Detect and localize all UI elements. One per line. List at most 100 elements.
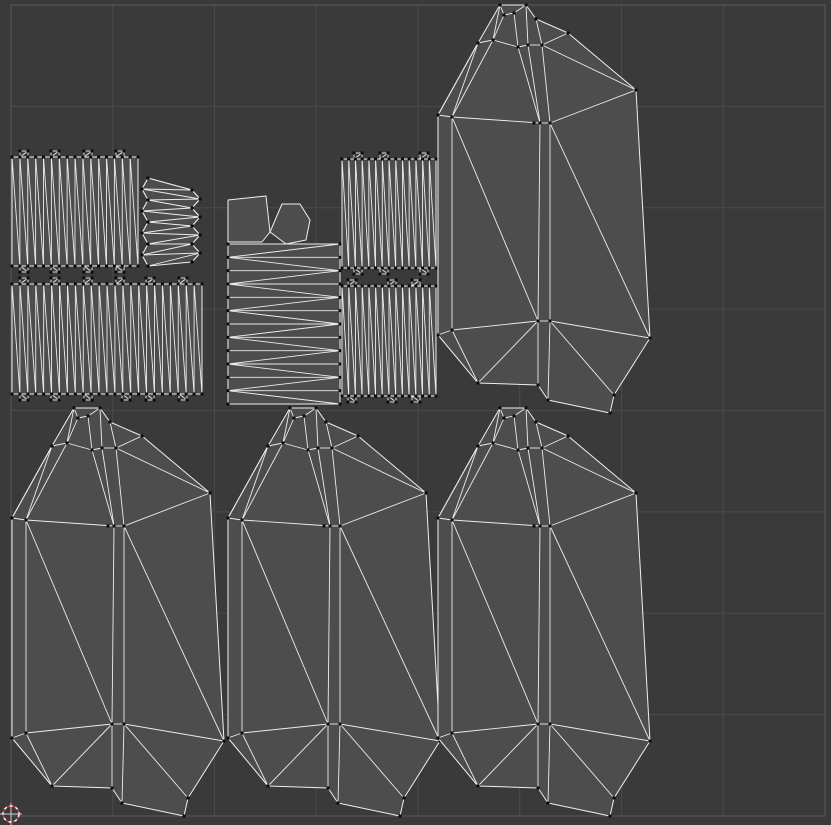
uv-vertex bbox=[129, 282, 133, 286]
uv-vertex bbox=[436, 113, 440, 117]
blade-bottom-right[interactable] bbox=[436, 406, 652, 818]
uv-vertex bbox=[634, 491, 638, 495]
uv-vertex bbox=[128, 264, 132, 268]
uv-vertex bbox=[73, 264, 77, 268]
uv-vertex bbox=[418, 151, 422, 155]
uv-vertex bbox=[65, 264, 69, 268]
uv-vertex bbox=[532, 121, 536, 125]
blade-top-right[interactable] bbox=[436, 3, 652, 415]
uv-vertex bbox=[353, 284, 357, 288]
uv-vertex bbox=[400, 266, 404, 270]
uv-editor-canvas[interactable] bbox=[0, 0, 831, 825]
uv-vertex bbox=[394, 284, 398, 288]
uv-vertex bbox=[114, 276, 118, 280]
uv-vertex bbox=[340, 157, 344, 161]
uv-vertex bbox=[421, 394, 425, 398]
uv-vertex bbox=[58, 282, 61, 286]
grip-strip-upper-left[interactable] bbox=[10, 149, 140, 274]
uv-vertex bbox=[34, 392, 38, 396]
uv-vertex bbox=[226, 295, 230, 299]
uv-vertex bbox=[90, 448, 94, 452]
uv-vertex bbox=[226, 255, 230, 259]
uv-vertex bbox=[184, 282, 188, 286]
uv-vertex bbox=[65, 392, 69, 396]
uv-layout[interactable] bbox=[0, 0, 831, 825]
uv-vertex bbox=[394, 394, 398, 398]
uv-vertex bbox=[50, 392, 54, 396]
grip-fan-small[interactable] bbox=[140, 176, 202, 268]
uv-vertex bbox=[18, 264, 22, 268]
grip-strip-upper-mid[interactable] bbox=[340, 151, 438, 276]
uv-vertex bbox=[122, 276, 126, 280]
uv-vertex bbox=[400, 157, 404, 161]
uv-vertex bbox=[534, 17, 538, 21]
uv-vertex bbox=[400, 284, 404, 288]
uv-vertex bbox=[146, 220, 150, 224]
uv-vertex bbox=[538, 524, 542, 528]
uv-vertex bbox=[190, 260, 194, 264]
uv-vertex bbox=[353, 157, 357, 161]
uv-vertex bbox=[185, 276, 189, 280]
cap-lobes[interactable] bbox=[227, 195, 311, 245]
uv-vertex bbox=[10, 282, 14, 286]
uv-vertex bbox=[536, 319, 540, 323]
uv-vertex bbox=[18, 282, 22, 286]
uv-vertex bbox=[367, 157, 371, 161]
uv-vertex bbox=[114, 270, 118, 274]
uv-vertex bbox=[49, 155, 53, 159]
uv-vertex bbox=[360, 284, 364, 288]
uv-vertex bbox=[426, 272, 430, 276]
uv-vertex bbox=[186, 796, 190, 800]
uv-vertex bbox=[190, 224, 194, 228]
uv-vertex bbox=[65, 155, 69, 159]
uv-vertex bbox=[176, 282, 180, 286]
uv-vertex bbox=[427, 157, 431, 161]
uv-vertex bbox=[190, 242, 194, 246]
uv-vertex bbox=[26, 276, 30, 280]
uv-vertex bbox=[58, 392, 61, 396]
uv-vertex bbox=[394, 157, 398, 161]
uv-vertex bbox=[57, 264, 61, 268]
uv-vertex bbox=[113, 392, 117, 396]
uv-vertex bbox=[128, 155, 132, 159]
uv-vertex bbox=[324, 420, 328, 424]
uv-vertex bbox=[240, 518, 244, 522]
uv-vertex bbox=[82, 276, 86, 280]
uv-vertex bbox=[10, 155, 14, 159]
uv-vertex bbox=[198, 233, 202, 237]
uv-vertex bbox=[421, 157, 425, 161]
uv-vertex bbox=[200, 282, 204, 286]
uv-vertex bbox=[374, 394, 378, 398]
uv-vertex bbox=[330, 446, 334, 450]
uv-vertex bbox=[144, 276, 148, 280]
grip-strip-lower-mid[interactable] bbox=[340, 278, 438, 404]
uv-vertex bbox=[110, 786, 114, 790]
uv-vertex bbox=[526, 43, 530, 47]
uv-vertex bbox=[73, 392, 77, 396]
uv-vertex bbox=[240, 731, 244, 735]
uv-vertex bbox=[98, 406, 102, 410]
uv-vertex bbox=[338, 255, 342, 259]
uv-vertex bbox=[42, 155, 45, 159]
uv-vertex bbox=[160, 282, 164, 286]
uv-vertex bbox=[387, 284, 391, 288]
uv-vertex bbox=[42, 264, 45, 268]
uv-vertex bbox=[140, 253, 144, 257]
uv-vertex bbox=[10, 264, 14, 268]
cap-piece-center[interactable] bbox=[226, 242, 342, 406]
uv-vertex bbox=[146, 176, 150, 180]
uv-vertex bbox=[120, 155, 124, 159]
uv-vertex bbox=[145, 392, 149, 396]
blade-bottom-mid[interactable] bbox=[226, 406, 442, 818]
uv-vertex bbox=[436, 516, 440, 520]
uv-vertex bbox=[26, 270, 30, 274]
grip-strip-lower-left[interactable] bbox=[10, 276, 204, 402]
uv-vertex bbox=[526, 446, 530, 450]
uv-vertex bbox=[136, 264, 140, 268]
uv-vertex bbox=[498, 3, 502, 7]
uv-vertex bbox=[512, 414, 516, 418]
blade-bottom-left[interactable] bbox=[10, 406, 226, 818]
uv-vertex bbox=[476, 381, 480, 385]
uv-vertex bbox=[380, 284, 384, 288]
2d-cursor-icon[interactable] bbox=[0, 803, 22, 825]
